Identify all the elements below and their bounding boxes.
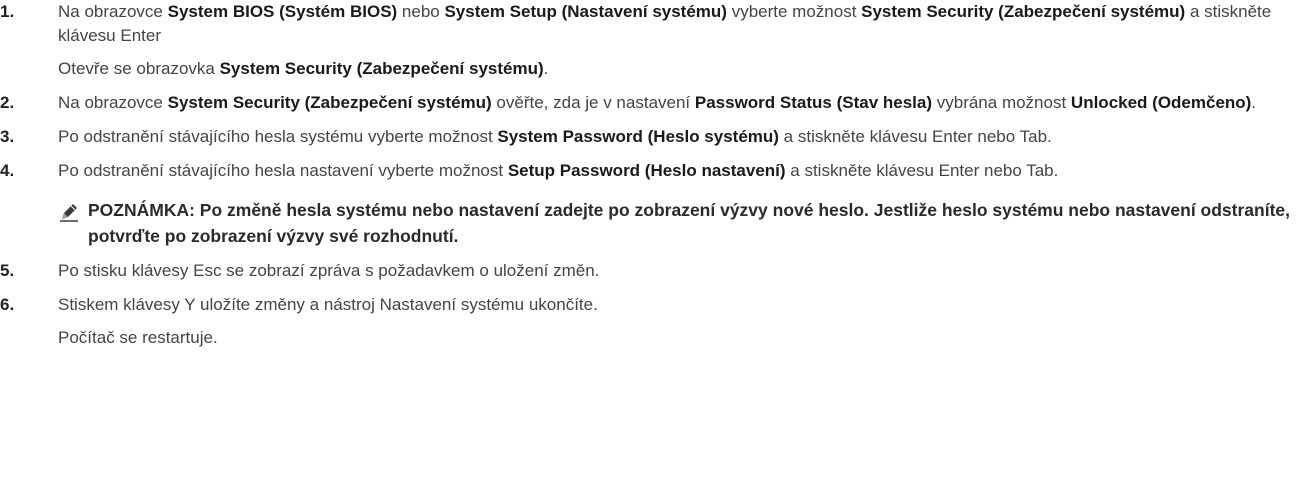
- step-result-part: Otevře se obrazovka: [58, 59, 220, 78]
- step-text: Stiskem klávesy Y uložíte změny a nástro…: [58, 293, 1312, 317]
- step-text-part: ověřte, zda je v nastavení: [491, 93, 695, 112]
- step-1: 1. Na obrazovce System BIOS (Systém BIOS…: [0, 0, 1312, 81]
- step-text: Po stisku klávesy Esc se zobrazí zpráva …: [58, 259, 1312, 283]
- step-text-bold: Setup Password (Heslo nastavení): [507, 161, 786, 180]
- step-text-bold: System Password (Heslo systému): [497, 127, 779, 146]
- step-text-part: Po odstranění stávajícího hesla nastaven…: [58, 161, 508, 180]
- step-6: 6. Stiskem klávesy Y uložíte změny a nás…: [0, 293, 1312, 350]
- step-text-part: a stiskněte klávesu Enter nebo Tab.: [778, 127, 1052, 146]
- step-number: 2.: [0, 93, 15, 112]
- step-text-part: vyberte možnost: [726, 2, 862, 21]
- pencil-note-icon: [58, 201, 80, 223]
- step-3: 3. Po odstranění stávajícího hesla systé…: [0, 125, 1312, 149]
- step-text-bold: Password Status (Stav hesla): [694, 93, 933, 112]
- step-4: 4. Po odstranění stávajícího hesla nasta…: [0, 159, 1312, 183]
- step-text: Po odstranění stávajícího hesla nastaven…: [58, 159, 1312, 183]
- step-text-bold: System Security (Zabezpečení systému): [167, 93, 492, 112]
- step-text-part: nebo: [397, 2, 445, 21]
- step-number: 1.: [0, 2, 15, 21]
- step-text: Na obrazovce System BIOS (Systém BIOS) n…: [58, 0, 1312, 48]
- step-text-part: a stiskněte klávesu Enter nebo Tab.: [785, 161, 1059, 180]
- step-result: Otevře se obrazovka System Security (Zab…: [58, 57, 1312, 81]
- note-text: POZNÁMKA: Po změně hesla systému nebo na…: [88, 200, 1291, 246]
- step-text-part: Na obrazovce: [58, 93, 168, 112]
- step-text-part: Na obrazovce: [58, 2, 168, 21]
- step-text-part: Po stisku klávesy Esc se zobrazí zpráva …: [58, 261, 600, 280]
- step-number: 4.: [0, 161, 15, 180]
- step-number: 5.: [0, 261, 15, 280]
- step-text-part: vybrána možnost: [932, 93, 1071, 112]
- step-text-part: .: [1251, 93, 1257, 112]
- instruction-list: 1. Na obrazovce System BIOS (Systém BIOS…: [0, 0, 1312, 350]
- note-box: POZNÁMKA: Po změně hesla systému nebo na…: [58, 197, 1312, 249]
- step-result-part: Počítač se restartuje.: [58, 328, 218, 347]
- step-text-part: Po odstranění stávajícího hesla systému …: [58, 127, 498, 146]
- step-2: 2. Na obrazovce System Security (Zabezpe…: [0, 91, 1312, 115]
- step-result-part: .: [543, 59, 549, 78]
- step-text-part: Stiskem klávesy Y uložíte změny a nástro…: [58, 295, 598, 314]
- step-result-bold: System Security (Zabezpečení systému): [219, 59, 544, 78]
- step-result: Počítač se restartuje.: [58, 326, 1312, 350]
- step-5: 5. Po stisku klávesy Esc se zobrazí zprá…: [0, 259, 1312, 283]
- step-text-bold: System BIOS (Systém BIOS): [167, 2, 398, 21]
- step-number: 6.: [0, 295, 15, 314]
- step-text-bold: System Setup (Nastavení systému): [444, 2, 727, 21]
- step-text: Na obrazovce System Security (Zabezpečen…: [58, 91, 1312, 115]
- step-text: Po odstranění stávajícího hesla systému …: [58, 125, 1312, 149]
- step-text-bold: System Security (Zabezpečení systému): [861, 2, 1186, 21]
- step-number: 3.: [0, 127, 15, 146]
- step-text-bold: Unlocked (Odemčeno): [1070, 93, 1252, 112]
